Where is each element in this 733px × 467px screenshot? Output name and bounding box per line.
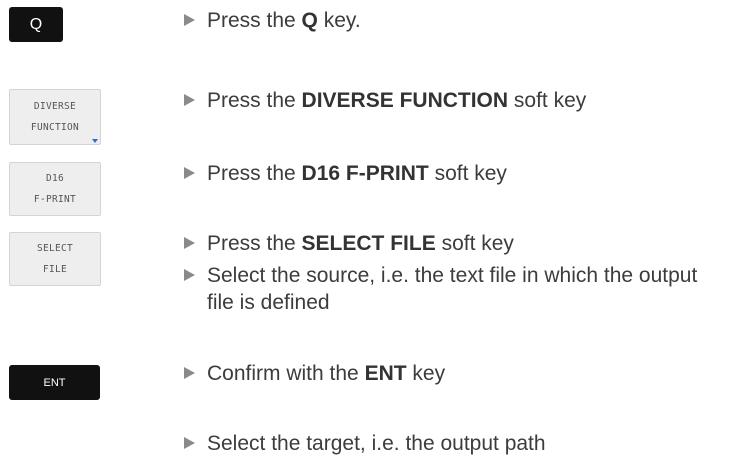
bullet-triangle-icon bbox=[184, 437, 195, 449]
select-file-label-line1: SELECT bbox=[36, 243, 74, 254]
step-press-select-file: Press the SELECT FILE soft key bbox=[184, 230, 733, 257]
d16-label-line1: D16 bbox=[45, 173, 65, 184]
bullet-triangle-icon bbox=[184, 367, 195, 379]
d16-label-line2: F-PRINT bbox=[33, 194, 77, 205]
step-press-diverse-function: Press the DIVERSE FUNCTION soft key bbox=[184, 87, 733, 114]
bullet-triangle-icon bbox=[184, 237, 195, 249]
step-select-source: Select the source, i.e. the text file in… bbox=[184, 262, 729, 316]
diverse-function-soft-key[interactable]: DIVERSE FUNCTION bbox=[9, 89, 101, 145]
step-confirm-ent: Confirm with the ENT key bbox=[184, 360, 733, 387]
select-file-label-line2: FILE bbox=[42, 264, 68, 275]
diverse-function-label-line2: FUNCTION bbox=[30, 122, 80, 133]
step-select-target: Select the target, i.e. the output path bbox=[184, 430, 733, 457]
q-key[interactable]: Q bbox=[9, 7, 63, 42]
d16-f-print-soft-key[interactable]: D16 F-PRINT bbox=[9, 162, 101, 216]
diverse-function-label-line1: DIVERSE bbox=[33, 101, 77, 112]
ent-key[interactable]: ENT bbox=[9, 365, 100, 400]
bullet-triangle-icon bbox=[184, 94, 195, 106]
bullet-triangle-icon bbox=[184, 14, 195, 26]
ent-key-label: ENT bbox=[43, 376, 66, 389]
bullet-triangle-icon bbox=[184, 269, 195, 281]
step-press-q: Press the Q key. bbox=[184, 7, 733, 34]
bullet-triangle-icon bbox=[184, 167, 195, 179]
select-file-soft-key[interactable]: SELECT FILE bbox=[9, 232, 101, 286]
submenu-marker-icon bbox=[92, 139, 98, 143]
step-press-d16-f-print: Press the D16 F-PRINT soft key bbox=[184, 160, 733, 187]
q-key-label: Q bbox=[29, 15, 43, 33]
